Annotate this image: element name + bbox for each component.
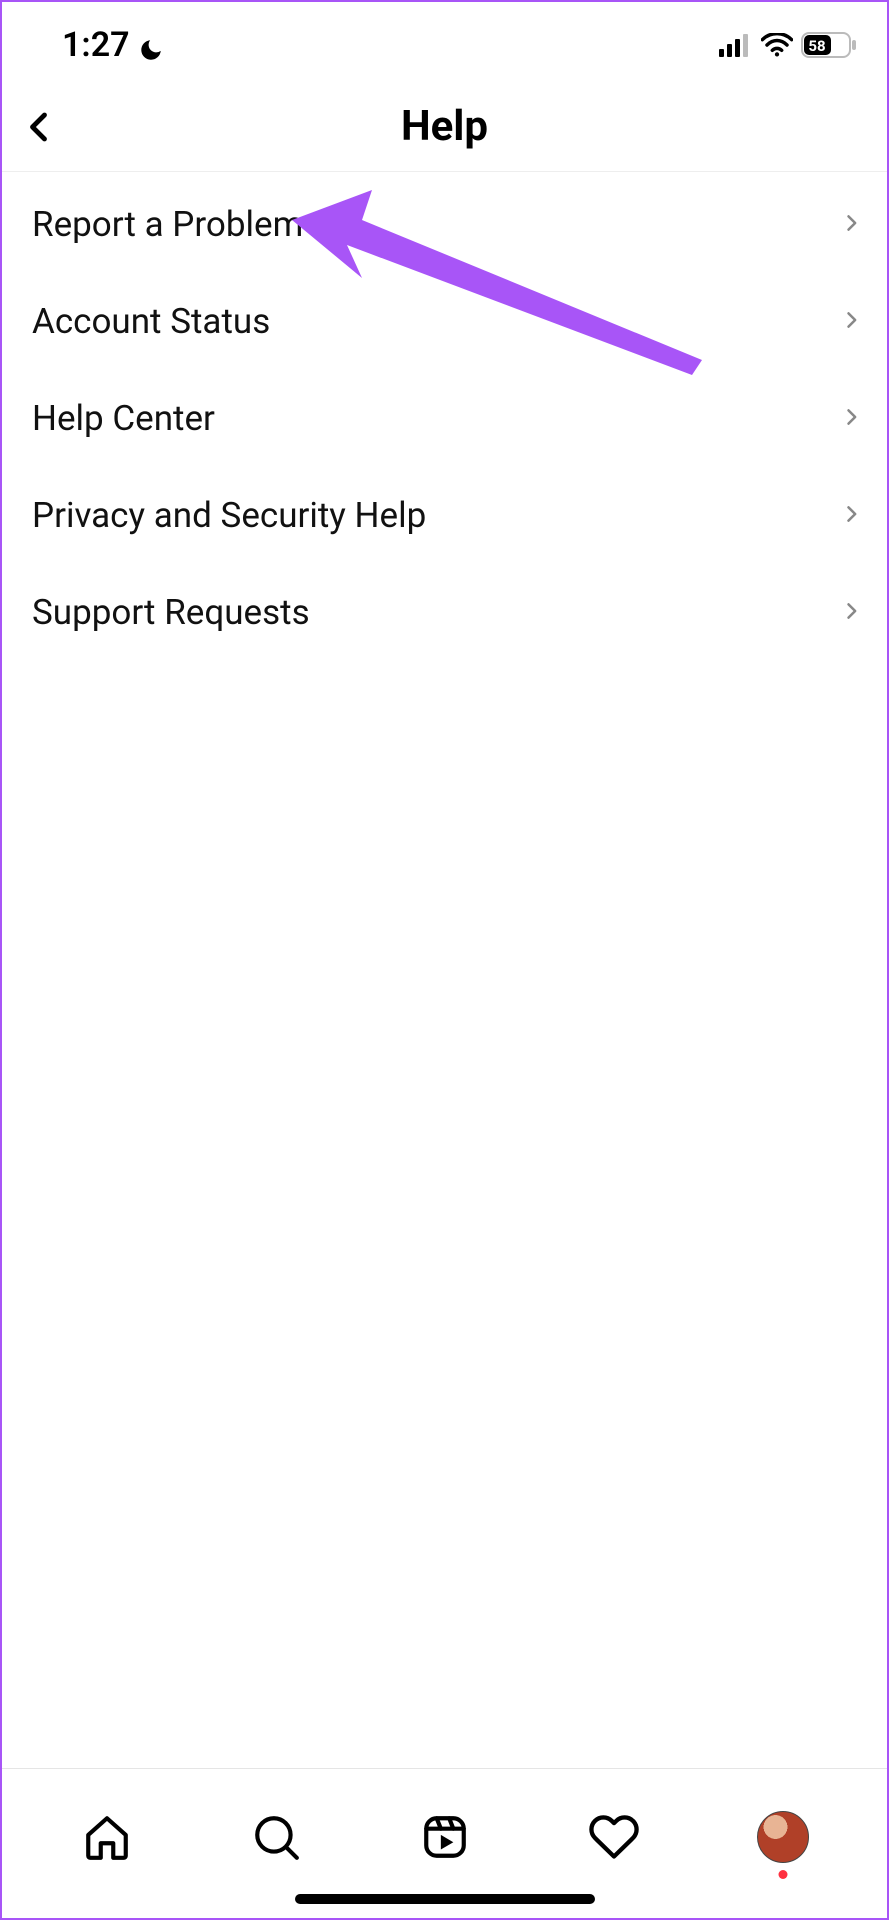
status-right: 58 xyxy=(719,32,857,58)
page-header: Help xyxy=(2,82,887,172)
menu-item-label: Privacy and Security Help xyxy=(32,495,426,536)
reels-icon xyxy=(420,1812,470,1862)
battery-percent-text: 58 xyxy=(808,37,825,55)
status-left: 1:27 xyxy=(62,25,164,65)
do-not-disturb-moon-icon xyxy=(138,32,164,58)
nav-row xyxy=(2,1769,887,1894)
chevron-right-icon xyxy=(841,207,861,243)
status-bar: 1:27 58 xyxy=(2,2,887,82)
search-icon xyxy=(251,1812,301,1862)
chevron-right-icon xyxy=(841,401,861,437)
bottom-navigation xyxy=(2,1768,887,1918)
chevron-left-icon xyxy=(22,105,58,149)
page-title: Help xyxy=(401,102,488,151)
menu-item-label: Help Center xyxy=(32,398,215,439)
menu-item-report-a-problem[interactable]: Report a Problem xyxy=(2,176,887,273)
home-indicator[interactable] xyxy=(295,1894,595,1904)
menu-item-support-requests[interactable]: Support Requests xyxy=(2,564,887,661)
nav-home-button[interactable] xyxy=(77,1807,137,1867)
help-menu-list: Report a Problem Account Status Help Cen… xyxy=(2,172,887,661)
menu-item-help-center[interactable]: Help Center xyxy=(2,370,887,467)
battery-icon: 58 xyxy=(801,32,857,58)
menu-item-privacy-and-security-help[interactable]: Privacy and Security Help xyxy=(2,467,887,564)
heart-icon xyxy=(588,1811,640,1863)
cellular-signal-icon xyxy=(719,33,753,57)
back-button[interactable] xyxy=(10,97,70,157)
nav-search-button[interactable] xyxy=(246,1807,306,1867)
nav-profile-button[interactable] xyxy=(753,1807,813,1867)
menu-item-label: Support Requests xyxy=(32,592,310,633)
status-time: 1:27 xyxy=(62,25,130,65)
chevron-right-icon xyxy=(841,595,861,631)
menu-item-account-status[interactable]: Account Status xyxy=(2,273,887,370)
home-icon xyxy=(82,1812,132,1862)
chevron-right-icon xyxy=(841,304,861,340)
wifi-icon xyxy=(761,33,793,57)
profile-avatar-icon xyxy=(757,1811,809,1863)
notification-dot-icon xyxy=(778,1870,787,1879)
nav-activity-button[interactable] xyxy=(584,1807,644,1867)
menu-item-label: Report a Problem xyxy=(32,204,303,245)
menu-item-label: Account Status xyxy=(32,301,270,342)
nav-reels-button[interactable] xyxy=(415,1807,475,1867)
chevron-right-icon xyxy=(841,498,861,534)
